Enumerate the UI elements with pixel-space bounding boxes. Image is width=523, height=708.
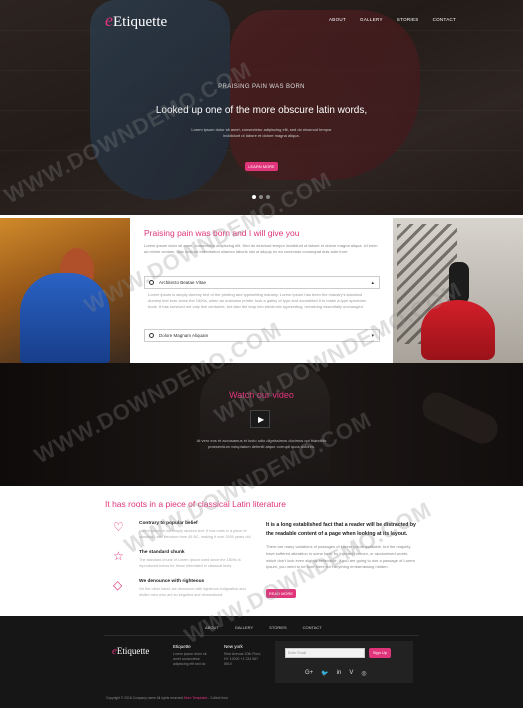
footer-col-heading: Etiquette xyxy=(173,644,191,649)
footer-divider xyxy=(104,635,419,636)
copyright-link[interactable]: More Templates xyxy=(184,696,207,700)
footer-col-heading: New york xyxy=(224,644,243,649)
circle-icon xyxy=(149,333,154,338)
logo-initial: e xyxy=(105,10,113,30)
video-text: At vero eos et accusamus et iusto odio d… xyxy=(196,438,327,449)
dribbble-icon[interactable]: ◎ xyxy=(361,670,366,677)
slider-dots xyxy=(252,195,270,199)
video-title: Watch our video xyxy=(229,390,294,400)
heart-icon: ♡ xyxy=(113,520,124,534)
footer-nav: ABOUT GALLERY STORIES CONTACT xyxy=(205,625,322,630)
footer-nav-gallery[interactable]: GALLERY xyxy=(235,625,253,630)
slider-dot[interactable] xyxy=(259,195,263,199)
feature-heading: The standard chunk xyxy=(139,550,185,555)
accordion-item-2[interactable]: Dolore Magnam Aliquam ▾ xyxy=(144,329,380,342)
play-button[interactable]: ▶ xyxy=(250,410,270,428)
circle-icon xyxy=(149,280,154,285)
hero-title: Looked up one of the more obscure latin … xyxy=(155,105,368,116)
accordion-label: Architecto Beatae Vitae xyxy=(159,280,206,285)
chevron-up-icon: ▴ xyxy=(371,280,374,286)
social-links: G+ 🐦 in V ◎ xyxy=(305,670,367,677)
accordion-item-1[interactable]: Architecto Beatae Vitae ▴ xyxy=(144,276,380,289)
feature-item: ☆ The standard chunk The standard chunk … xyxy=(113,550,258,575)
accordion-body: Lorem ipsum is simply dummy text of the … xyxy=(148,292,367,309)
panel-title: Praising pain was born and I will give y… xyxy=(144,228,300,238)
accordion-label: Dolore Magnam Aliquam xyxy=(159,333,209,338)
features-right-heading: It is a long established fact that a rea… xyxy=(266,522,416,537)
footer-nav-contact[interactable]: CONTACT xyxy=(303,625,322,630)
diamond-icon: ◇ xyxy=(113,578,123,592)
nav-stories[interactable]: STORIES xyxy=(397,17,419,22)
footer-nav-about[interactable]: ABOUT xyxy=(205,625,219,630)
read-more-button[interactable]: READ MORE xyxy=(266,589,296,598)
feature-heading: We denounce with righteous xyxy=(139,579,205,584)
site-logo[interactable]: eEtiquette xyxy=(105,10,167,31)
footer-nav-stories[interactable]: STORIES xyxy=(269,625,287,630)
play-icon: ▶ xyxy=(258,415,265,424)
hero-kicker: PRAISING PAIN WAS BORN xyxy=(218,84,305,90)
google-plus-icon[interactable]: G+ xyxy=(305,670,313,677)
slider-dot[interactable] xyxy=(266,195,270,199)
features-title: It has roots in a piece of classical Lat… xyxy=(105,499,286,509)
star-icon: ☆ xyxy=(113,549,124,563)
slider-dot[interactable] xyxy=(252,195,256,199)
footer-logo[interactable]: eEtiquette xyxy=(112,645,149,657)
twitter-icon[interactable]: 🐦 xyxy=(321,670,328,677)
footer-col-text: Lorem ipsum dolor sit amet consectetur a… xyxy=(173,652,207,666)
logo-text: Etiquette xyxy=(116,646,150,656)
feature-text: On the other hand, we denounce with righ… xyxy=(139,587,246,597)
photo-detail xyxy=(449,262,469,304)
main-nav: ABOUT GALLERY STORIES CONTACT xyxy=(329,17,456,22)
features-right-text: There are many variations of passages of… xyxy=(266,544,415,570)
vimeo-icon[interactable]: V xyxy=(349,670,353,677)
learn-more-button[interactable]: LEARN MORE xyxy=(245,162,278,171)
feature-item: ♡ Contrary to popular belief Lorem ipsum… xyxy=(113,521,258,546)
feature-text: Lorem ipsum is not simply random text. I… xyxy=(139,529,252,539)
nav-gallery[interactable]: GALLERY xyxy=(360,17,383,22)
hero-subtitle-line: incididunt ut labore et dolore magna ali… xyxy=(223,133,300,138)
email-input[interactable]: Enter Email xyxy=(285,648,365,658)
feature-item: ◇ We denounce with righteous On the othe… xyxy=(113,579,258,604)
nav-about[interactable]: ABOUT xyxy=(329,17,346,22)
panel-text: Lorem ipsum dolor sit amet, consectetur … xyxy=(144,243,378,254)
logo-text: Etiquette xyxy=(113,14,168,30)
feature-heading: Contrary to popular belief xyxy=(139,521,198,526)
linkedin-icon[interactable]: in xyxy=(337,670,342,677)
copyright-text: Copyright © 2016 Company name All rights… xyxy=(106,696,184,700)
hero-subtitle: Lorem ipsum dolor sit amet, consectetur … xyxy=(0,127,523,139)
copyright-text: - Collect from xyxy=(208,696,228,700)
photo-detail xyxy=(20,273,110,363)
chevron-down-icon: ▾ xyxy=(371,333,374,339)
feature-text: The standard chunk of Lorem Ipsum used s… xyxy=(139,558,241,568)
photo-woman-red-dress xyxy=(393,218,523,363)
photo-woman-blue-dress xyxy=(0,218,130,363)
nav-contact[interactable]: CONTACT xyxy=(433,17,457,22)
subscribe-button[interactable]: Sign Up xyxy=(369,648,391,658)
copyright: Copyright © 2016 Company name All rights… xyxy=(106,696,228,700)
photo-detail xyxy=(421,300,495,360)
footer-col-text: Ravi Avenue 10th Floor, NY 10002 +1 234 … xyxy=(224,652,262,666)
